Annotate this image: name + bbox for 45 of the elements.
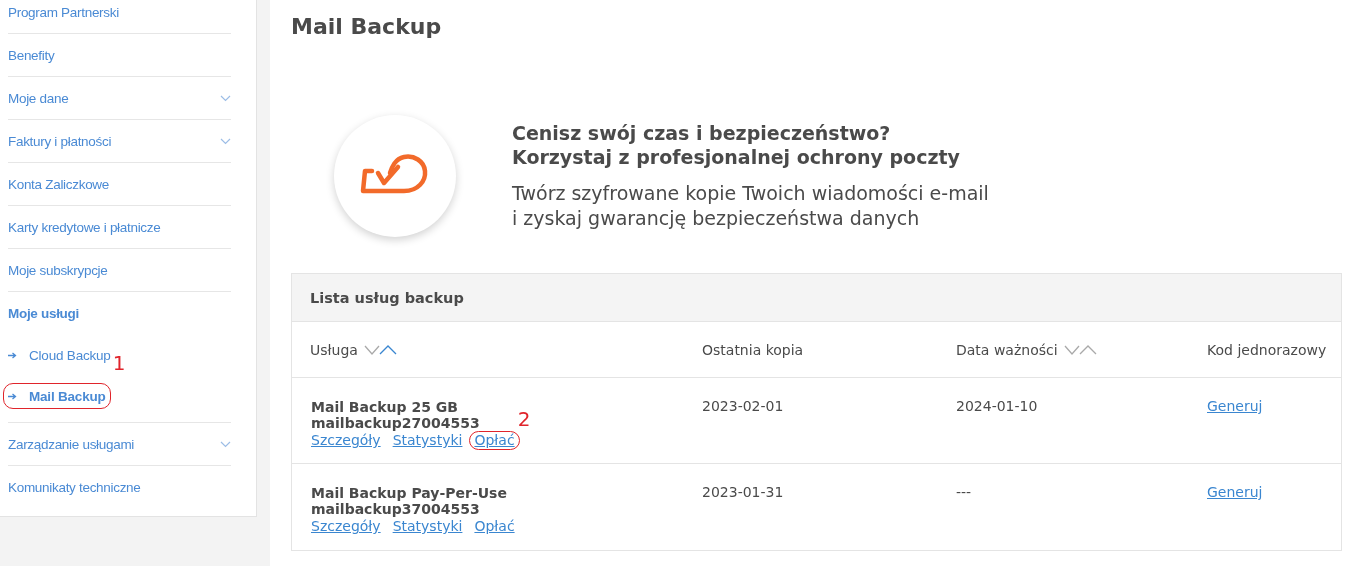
annotation-number: 2 xyxy=(517,408,531,430)
table-cell: 2024-01-10 xyxy=(956,398,1038,414)
account-name: mailbackup27004553 xyxy=(311,415,480,431)
sidebar-item[interactable]: Karty kredytowe i płatnicze xyxy=(8,206,231,249)
chevron-down-icon xyxy=(220,137,231,145)
arrow-right-icon xyxy=(8,392,17,400)
column-header: Ostatnia kopia xyxy=(702,341,804,358)
chevron-down-icon xyxy=(220,94,231,102)
sidebar-item[interactable]: Moje dane xyxy=(8,77,231,120)
arrow-right-icon xyxy=(8,352,17,359)
table-cell: 2023-02-01 xyxy=(702,398,784,414)
account-name: mailbackup37004553 xyxy=(311,501,480,517)
column-header: Data ważności xyxy=(956,341,1058,358)
sidebar-item[interactable]: Komunikaty techniczne xyxy=(8,466,231,509)
sidebar-section-header: Moje usługi xyxy=(8,305,80,323)
sort-icon[interactable] xyxy=(363,344,398,355)
generate-link[interactable]: Generuj xyxy=(1207,398,1263,414)
sidebar-subitem[interactable]: Cloud Backup xyxy=(4,335,115,376)
sort-icon[interactable] xyxy=(1063,344,1098,355)
service-name: Mail Backup 25 GB xyxy=(311,399,458,415)
action-link[interactable]: Statystyki xyxy=(392,518,463,535)
action-link[interactable]: Statystyki xyxy=(392,432,463,449)
sidebar-item[interactable]: Konta Zaliczkowe xyxy=(8,163,231,206)
action-link[interactable]: Szczegóły xyxy=(311,518,381,535)
generate-link[interactable]: Generuj xyxy=(1207,484,1263,500)
sidebar-item[interactable]: Zarządzanie usługami xyxy=(8,423,231,466)
table-cell: 2023-01-31 xyxy=(702,484,784,500)
sidebar-item[interactable]: Benefity xyxy=(8,34,231,77)
banner-heading: Cenisz swój czas i bezpieczeństwo? Korzystaj z profesjonalnej ochrony poczty xyxy=(512,121,961,169)
sidebar-item[interactable]: Moje subskrypcje xyxy=(8,249,231,292)
sidebar-item[interactable]: Faktury i płatności xyxy=(8,120,231,163)
service-name: Mail Backup Pay-Per-Use xyxy=(311,485,507,501)
action-link[interactable]: Opłać xyxy=(474,518,515,535)
annotation-number: 1 xyxy=(112,352,126,374)
chevron-down-icon xyxy=(220,440,231,448)
sidebar-subitem[interactable]: Mail Backup xyxy=(4,384,110,408)
page-title: Mail Backup xyxy=(291,13,442,41)
banner-description: Twórz szyfrowane kopie Twoich wiadomości e-mail i zyskaj gwarancję bezpieczeństwa danych xyxy=(512,181,989,231)
sidebar-item[interactable]: Program Partnerski xyxy=(8,0,231,34)
action-link[interactable]: Szczegóły xyxy=(311,432,381,449)
column-header: Kod jednorazowy xyxy=(1207,341,1327,358)
action-link[interactable]: Opłać xyxy=(470,432,519,449)
table-cell: --- xyxy=(956,484,972,500)
panel-title: Lista usług backup xyxy=(310,289,464,306)
column-header: Usługa xyxy=(310,341,358,358)
